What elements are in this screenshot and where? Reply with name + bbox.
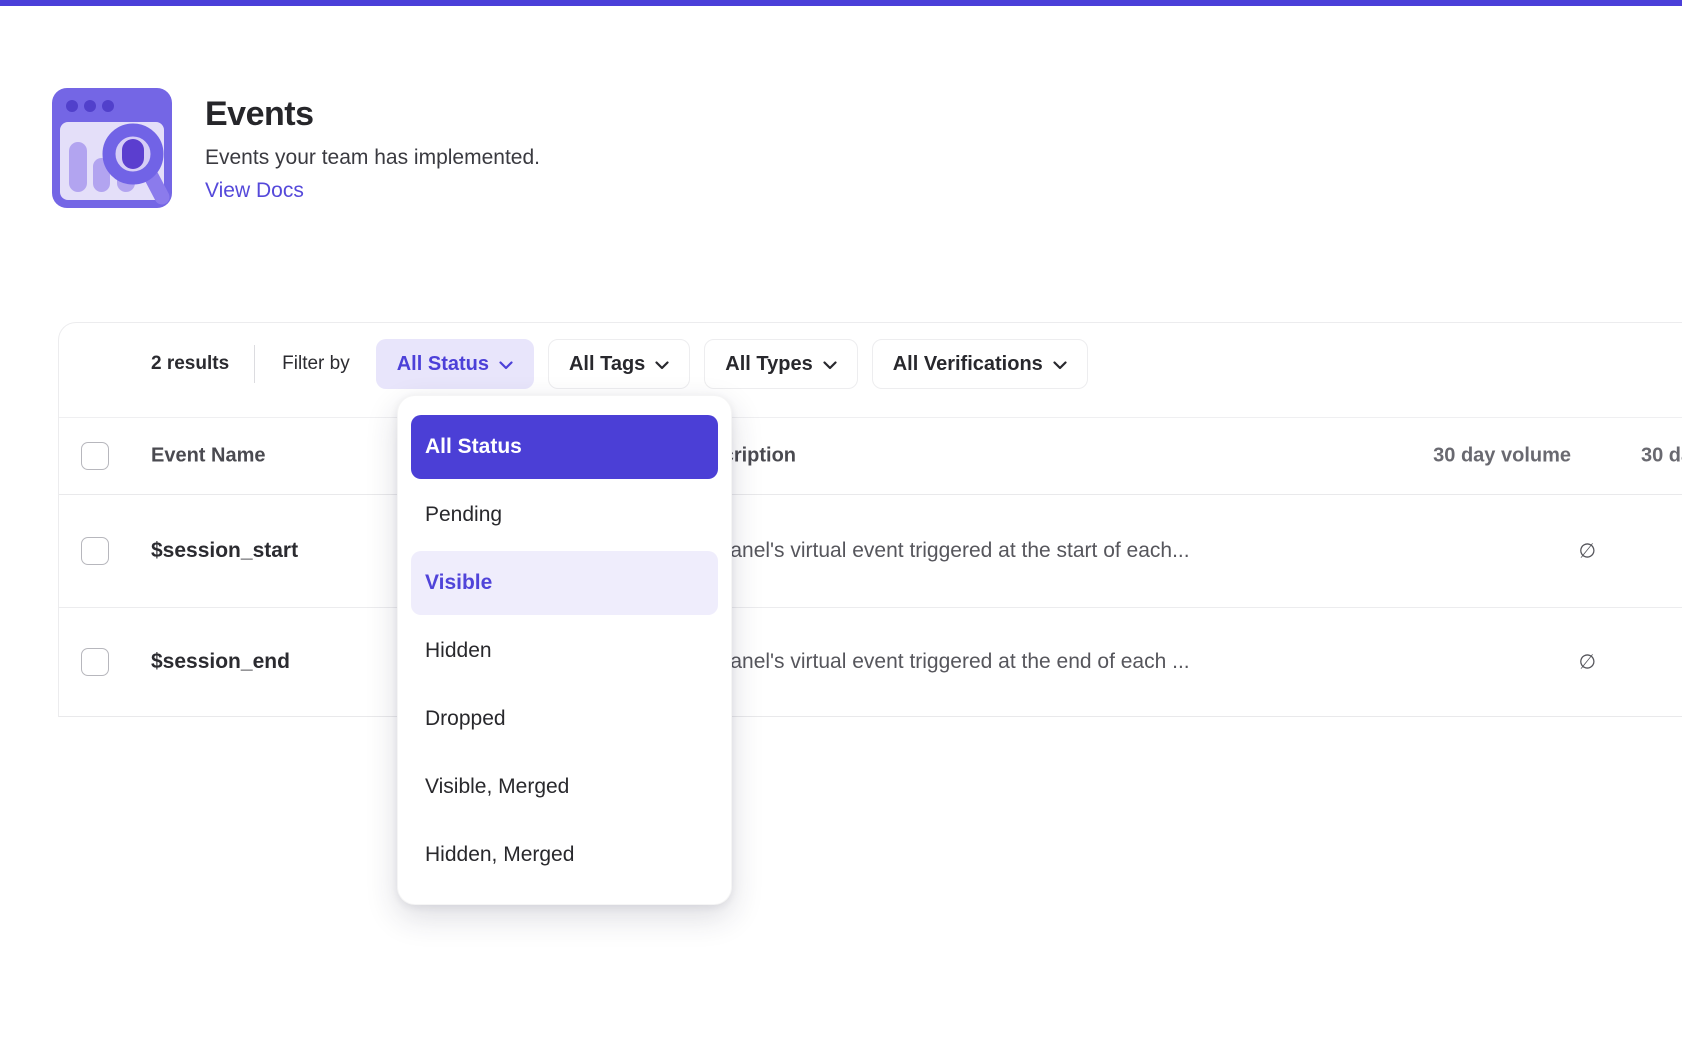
results-count: 2 results xyxy=(151,339,229,389)
column-header-30-day-volume: 30 day volume xyxy=(1351,445,1571,468)
row-checkbox[interactable] xyxy=(81,537,109,565)
column-header-30-day-queries: 30 day queries xyxy=(1641,445,1682,468)
event-description: Mixpanel's virtual event triggered at th… xyxy=(686,650,1190,674)
page-title: Events xyxy=(205,95,540,134)
top-accent-bar xyxy=(0,0,1682,6)
dropdown-option-hidden-merged[interactable]: Hidden, Merged xyxy=(411,823,718,887)
filter-all-status-label: All Status xyxy=(397,353,489,376)
filter-all-tags[interactable]: All Tags xyxy=(548,339,690,389)
filter-all-verifications-label: All Verifications xyxy=(893,353,1043,376)
filter-all-types-label: All Types xyxy=(725,353,812,376)
filter-all-types[interactable]: All Types xyxy=(704,339,857,389)
table-row-session-start[interactable]: $session_start Mixpanel's virtual event … xyxy=(59,495,1682,608)
dropdown-option-pending[interactable]: Pending xyxy=(411,483,718,547)
chevron-down-icon xyxy=(655,361,669,370)
event-name: $session_start xyxy=(151,539,298,563)
select-all-checkbox-cell xyxy=(81,442,109,470)
select-all-checkbox[interactable] xyxy=(81,442,109,470)
chevron-down-icon xyxy=(1053,361,1067,370)
row-checkbox-cell xyxy=(81,537,109,565)
table-row-session-end[interactable]: $session_end Mixpanel's virtual event tr… xyxy=(59,608,1682,716)
filter-all-tags-label: All Tags xyxy=(569,353,645,376)
page-subtitle: Events your team has implemented. xyxy=(205,146,540,170)
toolbar-divider xyxy=(254,345,255,383)
dropdown-option-visible-merged[interactable]: Visible, Merged xyxy=(411,755,718,819)
filter-all-status[interactable]: All Status xyxy=(376,339,534,389)
events-card: 2 results Filter by All Status All Tags … xyxy=(58,322,1682,717)
column-header-event-name: Event Name xyxy=(151,445,266,468)
chevron-down-icon xyxy=(499,361,513,370)
view-docs-link[interactable]: View Docs xyxy=(205,179,304,203)
events-app-icon xyxy=(52,88,172,208)
dropdown-option-hidden[interactable]: Hidden xyxy=(411,619,718,683)
page-header: Events Events your team has implemented.… xyxy=(52,88,540,208)
status-filter-dropdown: All Status Pending Visible Hidden Droppe… xyxy=(397,395,732,905)
dropdown-option-dropped[interactable]: Dropped xyxy=(411,687,718,751)
row-checkbox-cell xyxy=(81,648,109,676)
event-description: Mixpanel's virtual event triggered at th… xyxy=(686,539,1190,563)
filter-all-verifications[interactable]: All Verifications xyxy=(872,339,1088,389)
event-30-day-volume: ∅ xyxy=(1376,539,1596,564)
table-header-row: Event Name Description 30 day volume 30 … xyxy=(59,418,1682,495)
row-checkbox[interactable] xyxy=(81,648,109,676)
event-30-day-volume: ∅ xyxy=(1376,650,1596,675)
dropdown-option-visible[interactable]: Visible xyxy=(411,551,718,615)
chevron-down-icon xyxy=(823,361,837,370)
filter-toolbar: 2 results Filter by All Status All Tags … xyxy=(59,323,1682,418)
dropdown-option-all-status[interactable]: All Status xyxy=(411,415,718,479)
event-name: $session_end xyxy=(151,650,290,674)
filter-by-label: Filter by xyxy=(282,339,350,389)
